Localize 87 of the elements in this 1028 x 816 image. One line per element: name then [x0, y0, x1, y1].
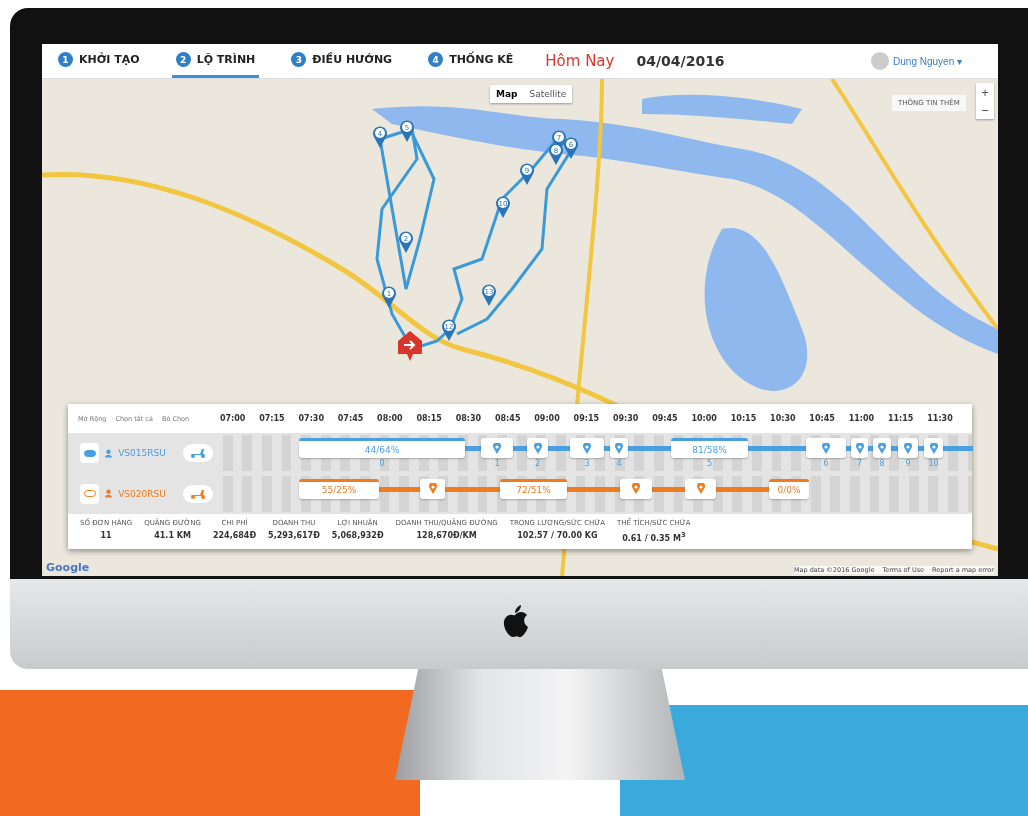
stop-button[interactable] — [806, 438, 846, 459]
toggle-switch[interactable] — [80, 443, 100, 464]
step-tab[interactable]: 1 KHỞI TẠO — [54, 44, 144, 78]
map-type-button[interactable]: Map — [490, 85, 524, 103]
vehicle-type-button[interactable] — [183, 444, 213, 463]
location-pin-icon — [696, 483, 705, 495]
location-pin-icon — [929, 442, 938, 454]
location-pin-icon — [822, 442, 830, 454]
stop-number: 2 — [533, 459, 542, 469]
location-pin-icon — [878, 442, 886, 454]
location-pin-icon — [615, 442, 623, 454]
stat-value: 0.61 / 0.35 M$^{3}$ — [622, 531, 686, 543]
toggle-switch[interactable] — [80, 483, 100, 504]
load-segment[interactable]: 44/64% — [299, 438, 465, 459]
time-label: 08:15 — [415, 414, 443, 423]
location-pin-icon — [632, 483, 640, 495]
stop-button[interactable] — [570, 438, 604, 459]
stop-number: 7 — [855, 459, 864, 469]
stop-button[interactable] — [420, 478, 445, 499]
time-label: 10:45 — [808, 414, 836, 423]
stat-value: 5,068,932Đ — [331, 531, 384, 540]
stop-number: 8 — [878, 459, 886, 469]
load-segment[interactable]: 81/58% — [671, 438, 748, 459]
step-tab[interactable]: 3 ĐIỀU HƯỚNG — [287, 44, 397, 78]
stat-value: 128,670Đ/KM — [416, 531, 477, 540]
time-label: 10:15 — [729, 414, 758, 423]
stop-button[interactable] — [924, 438, 943, 459]
stop-number: 0 — [378, 459, 386, 469]
stop-number: 4 — [615, 459, 623, 469]
location-pin-icon — [583, 442, 591, 454]
time-label: 11:15 — [886, 414, 915, 423]
time-label: 08:00 — [376, 414, 404, 423]
zoom-in-button[interactable]: + — [976, 83, 994, 101]
location-pin-icon — [533, 442, 542, 454]
time-label: 09:45 — [651, 414, 679, 423]
stat-value: 5,293,617Đ — [268, 531, 320, 540]
stop-button[interactable] — [527, 438, 548, 459]
time-label: 09:15 — [572, 414, 601, 423]
load-segment[interactable]: 55/25% — [299, 478, 379, 499]
stop-button[interactable] — [610, 438, 628, 459]
today-label: Hôm Nay — [545, 52, 615, 70]
stop-number: 6 — [822, 459, 830, 469]
step-tab[interactable]: 4 THỐNG KÊ — [424, 44, 518, 78]
time-label: 07:15 — [258, 414, 286, 423]
load-segment[interactable]: 72/51% — [500, 478, 567, 499]
stop-button[interactable] — [685, 478, 716, 499]
vehicle-name: VS015RSU — [118, 448, 167, 459]
location-pin-icon — [904, 442, 912, 454]
stat-value: 102.57 / 70.00 KG — [517, 531, 598, 540]
location-pin-icon — [855, 442, 864, 454]
stop-number: 9 — [904, 459, 912, 469]
stop-button[interactable] — [898, 438, 918, 459]
vehicle-type-button[interactable] — [183, 484, 213, 503]
time-label: 09:30 — [611, 414, 640, 423]
time-label: 10:00 — [690, 414, 718, 423]
stop-number: 1 — [493, 459, 501, 469]
time-label: 07:45 — [336, 414, 365, 423]
location-pin-icon — [428, 483, 437, 495]
stop-button[interactable] — [620, 478, 652, 499]
stop-button[interactable] — [481, 438, 513, 459]
zoom-out-button[interactable]: − — [976, 101, 994, 119]
stop-button[interactable] — [851, 438, 868, 459]
date-label: 04/04/2016 — [636, 53, 725, 69]
stat-value: 41.1 KM — [154, 531, 191, 540]
map-type-button[interactable]: Satellite — [523, 85, 573, 103]
user-menu[interactable]: Dung Nguyen ▾ — [865, 44, 968, 78]
time-label: 11:00 — [847, 414, 876, 423]
time-label: 07:00 — [218, 414, 247, 423]
time-label: 09:00 — [533, 414, 561, 423]
map-logo: Google — [46, 561, 90, 574]
stat-value: 224,684Đ — [212, 531, 257, 540]
stop-number: 5 — [705, 459, 714, 469]
time-label: 10:30 — [769, 414, 797, 423]
time-label: 08:30 — [454, 414, 483, 423]
time-label: 11:30 — [926, 414, 954, 423]
stat-value: 11 — [100, 531, 112, 540]
scooter-icon — [190, 448, 207, 459]
time-label: 07:30 — [297, 414, 325, 423]
home-marker-icon — [398, 331, 422, 361]
stop-button[interactable] — [873, 438, 891, 459]
vehicle-name: VS020RSU — [118, 488, 167, 499]
stop-number: 3 — [583, 459, 591, 469]
location-pin-icon — [493, 442, 501, 454]
time-label: 08:45 — [494, 414, 522, 423]
stop-number: 10 — [927, 459, 940, 469]
load-segment[interactable]: 0/0% — [769, 478, 809, 499]
scooter-icon — [190, 488, 207, 499]
